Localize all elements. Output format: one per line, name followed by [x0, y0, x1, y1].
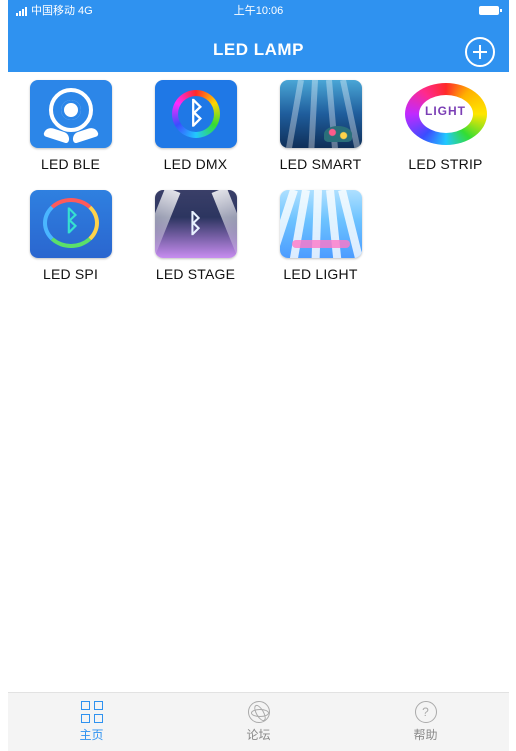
top-header: 中国移动 4G 上午10:06 LED LAMP — [8, 0, 509, 72]
tab-home-label: 主页 — [79, 728, 104, 742]
bottom-tab-bar: 主页 论坛 ? 帮助 — [8, 692, 509, 751]
grid-icon — [80, 701, 103, 723]
app-label: LED SMART — [279, 156, 362, 172]
led-spi-icon: ᛒ — [29, 190, 112, 258]
page-title: LED LAMP — [213, 40, 304, 59]
help-icon: ? — [414, 701, 437, 723]
status-time: 上午10:06 — [233, 5, 284, 17]
atom-icon — [247, 701, 270, 723]
led-dmx-icon: ᛒ — [154, 80, 237, 148]
app-label: LED SPI — [42, 266, 99, 282]
strip-icon-text: LIGHT — [425, 104, 466, 118]
led-light-icon — [279, 190, 362, 258]
app-led-smart[interactable]: LED SMART — [258, 80, 383, 180]
app-led-strip[interactable]: LIGHT LED STRIP — [383, 80, 508, 180]
app-grid: LED BLE ᛒ LED DMX LED SMART LIGHT LED ST… — [8, 80, 509, 290]
app-label: LED LIGHT — [283, 266, 358, 282]
tab-home[interactable]: 主页 — [32, 693, 152, 751]
app-led-stage[interactable]: ᛒ LED STAGE — [133, 190, 258, 290]
led-strip-icon: LIGHT — [404, 80, 487, 148]
tab-forum[interactable]: 论坛 — [199, 693, 319, 751]
status-bar: 中国移动 4G 上午10:06 — [8, 0, 509, 22]
led-ble-icon — [29, 80, 112, 148]
led-stage-icon: ᛒ — [154, 190, 237, 258]
app-led-spi[interactable]: ᛒ LED SPI — [8, 190, 133, 290]
app-led-dmx[interactable]: ᛒ LED DMX — [133, 80, 258, 180]
app-label: LED STRIP — [408, 156, 483, 172]
app-led-ble[interactable]: LED BLE — [8, 80, 133, 180]
led-smart-icon — [279, 80, 362, 148]
tab-help-label: 帮助 — [413, 728, 438, 742]
add-device-button[interactable] — [465, 37, 495, 67]
tab-help[interactable]: ? 帮助 — [366, 693, 486, 751]
app-label: LED STAGE — [155, 266, 236, 282]
tab-forum-label: 论坛 — [246, 728, 271, 742]
app-led-light[interactable]: LED LIGHT — [258, 190, 383, 290]
app-label: LED DMX — [163, 156, 228, 172]
battery-icon — [479, 6, 502, 15]
app-label: LED BLE — [41, 156, 100, 172]
